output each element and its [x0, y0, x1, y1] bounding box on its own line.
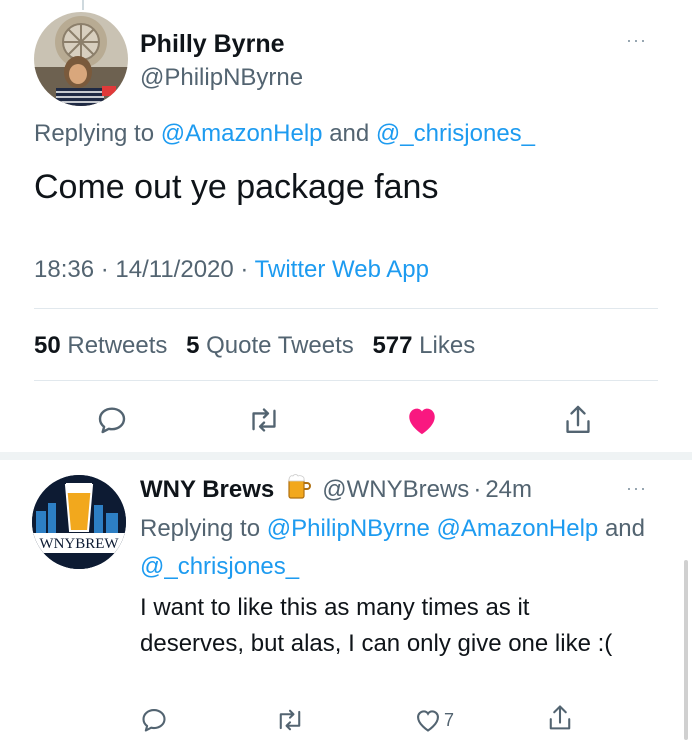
replying-to-line: Replying to @AmazonHelp and @_chrisjones… [34, 120, 535, 148]
more-icon[interactable]: ··· [626, 478, 647, 499]
replying-and: and [329, 120, 370, 147]
share-icon [566, 405, 590, 433]
tweet-meta: 18:36 · 14/11/2020 · Twitter Web App [34, 256, 429, 284]
share-icon [549, 705, 571, 730]
share-button[interactable] [540, 698, 580, 738]
mention-link[interactable]: @_chrisjones_ [376, 120, 535, 147]
meta-separator: · [240, 256, 249, 283]
like-count: 7 [443, 709, 454, 730]
replying-prefix: Replying to [34, 120, 155, 147]
replying-and: and [604, 515, 645, 542]
like-button[interactable] [402, 400, 442, 440]
like-button[interactable]: 7 [404, 700, 464, 740]
replying-prefix: Replying to [140, 515, 261, 542]
likes-stat[interactable]: 577 Likes [372, 332, 475, 359]
scrollbar[interactable] [684, 560, 688, 740]
reply-button[interactable] [134, 700, 174, 740]
tweet-source[interactable]: Twitter Web App [255, 256, 429, 283]
tweet-text: Come out ye package fans [34, 168, 439, 206]
reply-header: WNY Brews @WNYBrews · 24m [140, 472, 532, 507]
mention-link[interactable]: @_chrisjones_ [140, 553, 299, 580]
retweet-icon [252, 408, 276, 432]
share-button[interactable] [558, 400, 598, 440]
retweets-stat[interactable]: 50 Retweets [34, 332, 167, 359]
retweet-button[interactable] [270, 700, 310, 740]
avatar[interactable] [34, 12, 128, 106]
avatar-text: WNYBREW [39, 536, 119, 552]
display-name[interactable]: WNY Brews [140, 476, 274, 504]
beer-icon [286, 472, 312, 507]
mention-link[interactable]: @AmazonHelp [437, 515, 599, 542]
divider [34, 380, 658, 381]
more-icon[interactable]: ··· [626, 30, 647, 51]
section-divider [0, 452, 692, 460]
like-icon [409, 408, 435, 435]
avatar[interactable]: WNYBREW [32, 475, 126, 569]
replying-to-line: Replying to @PhilipNByrne @AmazonHelp an… [140, 510, 670, 586]
user-handle[interactable]: @WNYBrews [322, 476, 469, 504]
retweet-button[interactable] [244, 400, 284, 440]
mention-link[interactable]: @AmazonHelp [161, 120, 323, 147]
display-name[interactable]: Philly Byrne [140, 30, 285, 59]
reply-icon [98, 407, 126, 434]
thread-line [82, 0, 84, 10]
meta-separator: · [100, 256, 109, 283]
tweet-date[interactable]: 14/11/2020 [115, 256, 233, 283]
reply-icon [142, 709, 166, 732]
divider [34, 308, 658, 309]
user-handle[interactable]: @PhilipNByrne [140, 64, 303, 92]
like-icon [417, 710, 439, 732]
meta-separator: · [473, 475, 482, 503]
tweet-time[interactable]: 18:36 [34, 256, 94, 283]
reply-button[interactable] [92, 400, 132, 440]
tweet-text: I want to like this as many times as it … [140, 594, 613, 657]
tweet-age[interactable]: 24m [485, 476, 532, 504]
quotes-stat[interactable]: 5 Quote Tweets [186, 332, 354, 359]
engagement-stats: 50 Retweets 5 Quote Tweets 577 Likes [34, 332, 487, 360]
retweet-icon [279, 709, 301, 731]
mention-link[interactable]: @PhilipNByrne [267, 515, 430, 542]
